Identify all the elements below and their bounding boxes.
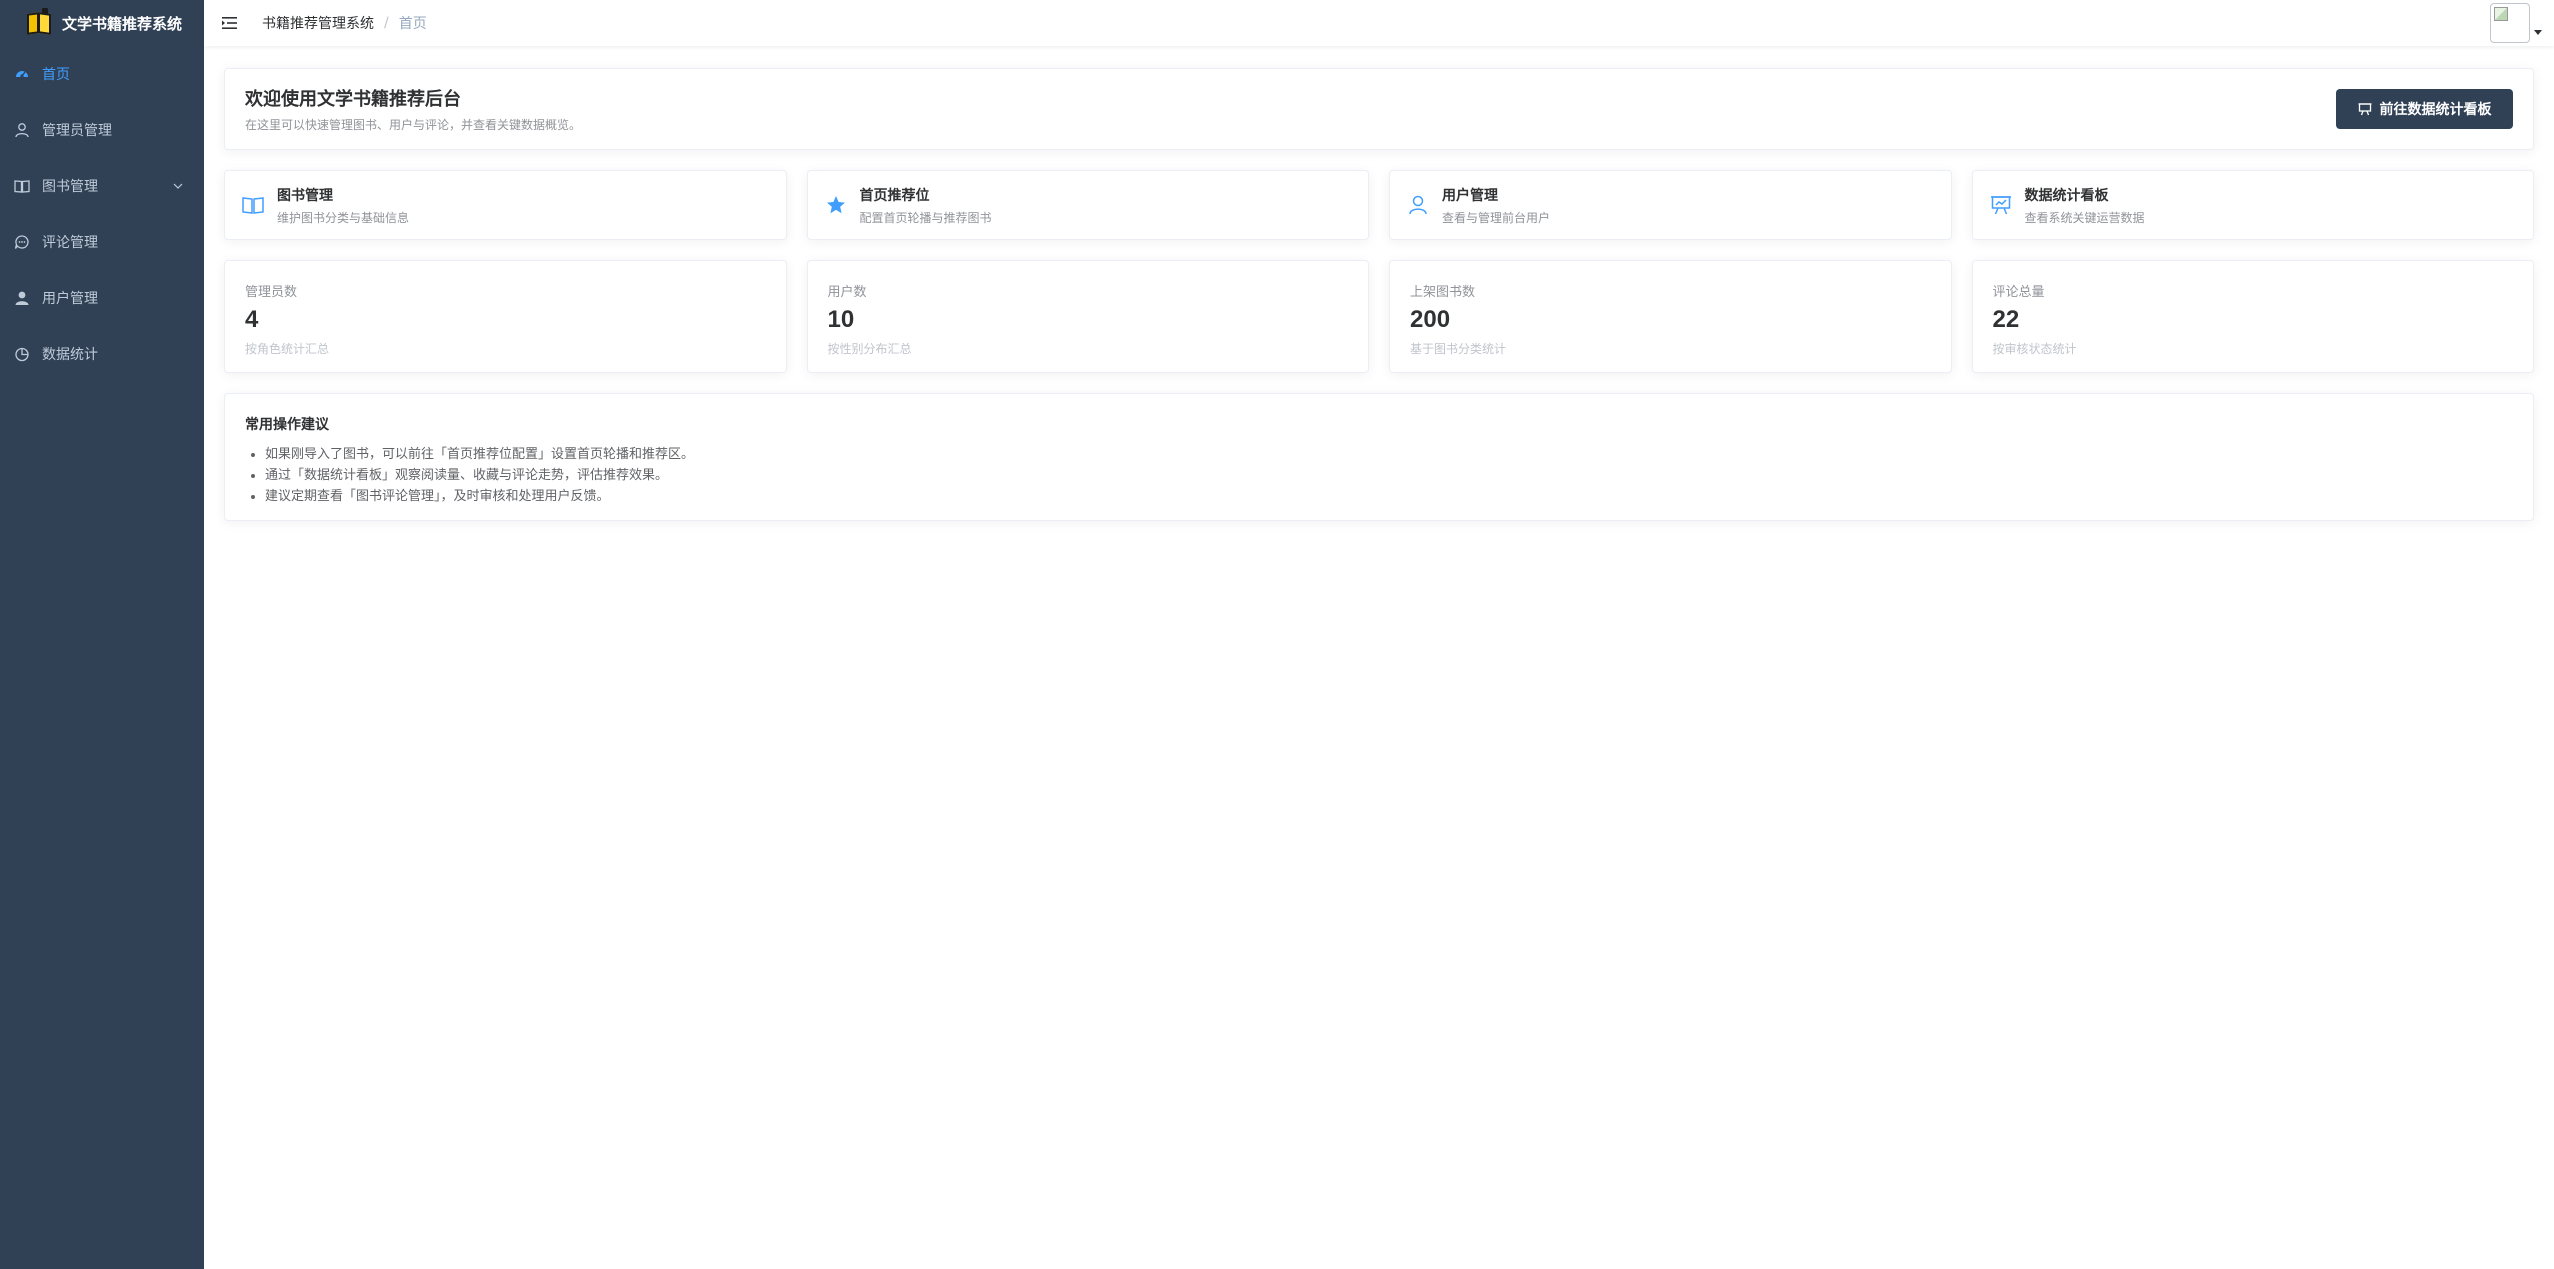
quick-link-books[interactable]: 图书管理 维护图书分类与基础信息 bbox=[224, 170, 787, 240]
welcome-subtitle: 在这里可以快速管理图书、用户与评论，并查看关键数据概览。 bbox=[245, 118, 582, 132]
sidebar-item-statistics[interactable]: 数据统计 bbox=[0, 326, 204, 382]
user-outline-icon bbox=[15, 123, 29, 138]
stat-note: 基于图书分类统计 bbox=[1410, 342, 1507, 356]
quick-link-dashboard[interactable]: 数据统计看板 查看系统关键运营数据 bbox=[1971, 170, 2534, 240]
stat-label: 上架图书数 bbox=[1410, 285, 1476, 300]
top-navbar: 书籍推荐管理系统 / 首页 bbox=[204, 0, 2554, 46]
quick-link-title: 图书管理 bbox=[277, 187, 333, 204]
stat-value: 22 bbox=[1992, 306, 2020, 333]
sidebar-item-comments[interactable]: 评论管理 bbox=[0, 214, 204, 270]
sidebar-item-users[interactable]: 用户管理 bbox=[0, 270, 204, 326]
user-dropdown[interactable] bbox=[2490, 0, 2542, 46]
go-to-dashboard-label: 前往数据统计看板 bbox=[2379, 102, 2492, 118]
avatar[interactable] bbox=[2490, 3, 2530, 43]
quick-links: 图书管理 维护图书分类与基础信息 首页推荐位 配置首页轮播与推荐图书 用户管理 … bbox=[224, 170, 2534, 240]
presentation-board-icon bbox=[2358, 103, 2371, 116]
sidebar-item-home[interactable]: 首页 bbox=[0, 46, 204, 102]
stat-value: 4 bbox=[245, 306, 259, 333]
breadcrumb-item-system[interactable]: 书籍推荐管理系统 bbox=[262, 13, 374, 33]
stat-note: 按审核状态统计 bbox=[1992, 342, 2077, 356]
stat-note: 按性别分布汇总 bbox=[827, 342, 912, 356]
quick-link-desc: 查看系统关键运营数据 bbox=[2024, 210, 2145, 225]
quick-link-desc: 配置首页轮播与推荐图书 bbox=[859, 210, 992, 225]
stat-card-comments: 评论总量 22 按审核状态统计 bbox=[1971, 260, 2534, 373]
user-solid-icon bbox=[15, 291, 29, 305]
dashboard-icon bbox=[16, 71, 28, 78]
chat-icon bbox=[14, 235, 29, 249]
app-title: 文学书籍推荐系统 bbox=[62, 14, 183, 33]
logo[interactable]: 文学书籍推荐系统 bbox=[0, 0, 204, 46]
sidebar-item-label: 评论管理 bbox=[42, 235, 98, 251]
stat-label: 管理员数 bbox=[245, 285, 298, 300]
sidebar-item-label: 管理员管理 bbox=[42, 123, 112, 139]
sidebar-item-label: 图书管理 bbox=[42, 179, 98, 195]
quick-link-desc: 维护图书分类与基础信息 bbox=[277, 210, 410, 225]
quick-link-title: 数据统计看板 bbox=[2024, 187, 2109, 204]
quick-link-title: 首页推荐位 bbox=[859, 187, 930, 204]
breadcrumb: 书籍推荐管理系统 / 首页 bbox=[262, 13, 427, 33]
sidebar-item-label: 数据统计 bbox=[42, 347, 98, 363]
sidebar-menu: 首页 管理员管理 图书管理 评论管理 用户管理 数据统计 bbox=[0, 46, 204, 382]
quick-link-users[interactable]: 用户管理 查看与管理前台用户 bbox=[1389, 170, 1952, 240]
caret-down-icon[interactable] bbox=[2534, 29, 2542, 35]
list-item: 如果刚导入了图书，可以前往「首页推荐位配置」设置首页轮播和推荐区。 bbox=[265, 444, 2513, 465]
book-open-icon bbox=[242, 197, 264, 214]
sidebar-item-books[interactable]: 图书管理 bbox=[0, 158, 204, 214]
tips-card: 常用操作建议 如果刚导入了图书，可以前往「首页推荐位配置」设置首页轮播和推荐区。… bbox=[224, 393, 2534, 521]
sidebar-item-admins[interactable]: 管理员管理 bbox=[0, 102, 204, 158]
go-to-dashboard-button[interactable]: 前往数据统计看板 bbox=[2336, 89, 2513, 129]
breadcrumb-separator: / bbox=[384, 15, 389, 31]
book-logo-icon bbox=[24, 8, 54, 38]
welcome-title: 欢迎使用文学书籍推荐后台 bbox=[245, 89, 461, 110]
chevron-down-icon bbox=[173, 183, 183, 189]
sidebar-item-label: 用户管理 bbox=[42, 291, 98, 307]
book-icon bbox=[14, 180, 30, 193]
quick-link-home-recommend[interactable]: 首页推荐位 配置首页轮播与推荐图书 bbox=[806, 170, 1369, 240]
pie-chart-icon bbox=[15, 347, 29, 362]
user-icon bbox=[1409, 195, 1427, 215]
stat-cards: 管理员数 4 按角色统计汇总 用户数 10 按性别分布汇总 上架图书数 200 … bbox=[224, 260, 2534, 373]
stat-card-admins: 管理员数 4 按角色统计汇总 bbox=[224, 260, 787, 373]
sidebar-item-label: 首页 bbox=[42, 67, 70, 83]
quick-link-title: 用户管理 bbox=[1442, 187, 1498, 204]
stat-label: 评论总量 bbox=[1992, 285, 2045, 300]
quick-link-desc: 查看与管理前台用户 bbox=[1442, 210, 1551, 225]
main-content: 欢迎使用文学书籍推荐后台 在这里可以快速管理图书、用户与评论，并查看关键数据概览… bbox=[204, 46, 2554, 1269]
stat-card-books: 上架图书数 200 基于图书分类统计 bbox=[1389, 260, 1952, 373]
list-item: 建议定期查看「图书评论管理」，及时审核和处理用户反馈。 bbox=[265, 486, 2513, 507]
breadcrumb-item-home: 首页 bbox=[398, 16, 427, 32]
stat-label: 用户数 bbox=[827, 285, 867, 300]
welcome-card: 欢迎使用文学书籍推荐后台 在这里可以快速管理图书、用户与评论，并查看关键数据概览… bbox=[224, 68, 2534, 150]
star-icon bbox=[826, 196, 845, 214]
list-item: 通过「数据统计看板」观察阅读量、收藏与评论走势，评估推荐效果。 bbox=[265, 465, 2513, 486]
stat-note: 按角色统计汇总 bbox=[245, 342, 330, 356]
presentation-board-icon bbox=[1990, 196, 2011, 215]
stat-value: 200 bbox=[1410, 306, 1451, 333]
tips-list: 如果刚导入了图书，可以前往「首页推荐位配置」设置首页轮播和推荐区。 通过「数据统… bbox=[245, 444, 2513, 507]
stat-card-users: 用户数 10 按性别分布汇总 bbox=[806, 260, 1369, 373]
hamburger-menu-icon[interactable] bbox=[220, 13, 240, 33]
tips-title: 常用操作建议 bbox=[245, 417, 329, 433]
sidebar: 文学书籍推荐系统 首页 管理员管理 图书管理 评论管理 用户管理 数据统计 bbox=[0, 0, 204, 1269]
stat-value: 10 bbox=[827, 306, 855, 333]
